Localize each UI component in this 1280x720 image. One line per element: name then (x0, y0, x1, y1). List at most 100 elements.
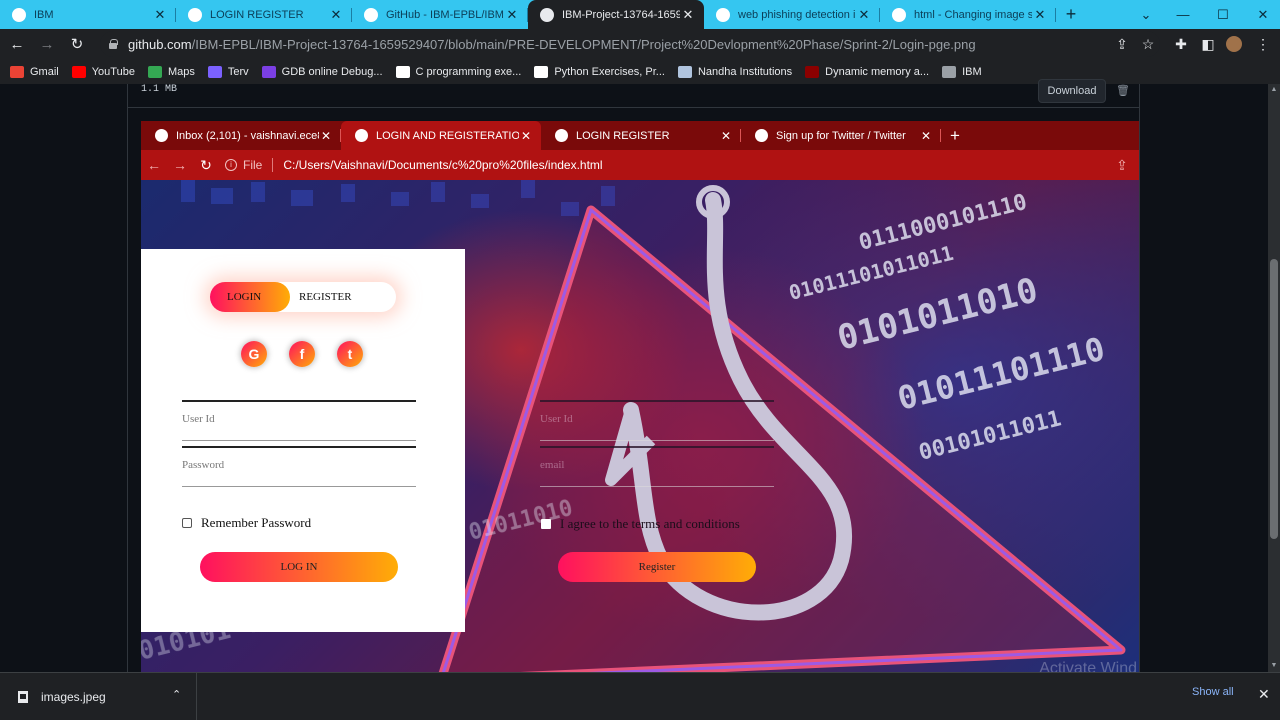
screenshot-image: Inbox (2,101) - vaishnavi.ece870✕LOGIN A… (141, 121, 1139, 672)
new-tab-button[interactable]: + (1056, 0, 1086, 29)
agree-terms-checkbox[interactable]: I agree to the terms and conditions (541, 516, 740, 532)
download-button[interactable]: Download (1038, 79, 1106, 103)
bookmark-label: Python Exercises, Pr... (554, 65, 665, 78)
bookmark-favicon-icon (677, 65, 692, 78)
chevron-up-icon[interactable]: ⌃ (172, 688, 181, 701)
bookmark-item[interactable]: IBM (942, 65, 982, 78)
password-field[interactable]: Password (182, 447, 416, 487)
inner-tab-title: Sign up for Twitter / Twitter (776, 129, 906, 142)
tab-favicon-icon (892, 7, 906, 22)
inner-browser-tab: LOGIN REGISTER ✕ (541, 121, 741, 150)
forward-button[interactable]: → (34, 31, 60, 57)
toggle-register-label[interactable]: REGISTER (299, 282, 352, 312)
login-register-toggle: LOGIN REGISTER (210, 282, 396, 312)
inner-tab-title: LOGIN REGISTER (576, 129, 670, 142)
bookmark-label: C programming exe... (415, 65, 522, 78)
bookmark-item[interactable]: Nandha Institutions (677, 65, 792, 78)
inner-file-label: File (243, 158, 263, 172)
browser-tab[interactable]: IBM-Project-13764-165952✕ (528, 0, 704, 29)
twitter-icon[interactable]: t (337, 341, 363, 367)
bookmark-favicon-icon (71, 65, 86, 78)
browser-tab[interactable]: IBM ✕ (0, 0, 176, 29)
inner-tab-favicon-icon (555, 129, 568, 142)
address-bar: ← → ↻ github.com/IBM-EPBL/IBM-Project-13… (0, 29, 1280, 59)
reload-button[interactable]: ↻ (64, 31, 90, 57)
scroll-down-arrow[interactable]: ▼ (1268, 660, 1280, 672)
download-file-name: images.jpeg (41, 689, 106, 704)
bookmark-item[interactable]: Dynamic memory a... (805, 65, 930, 78)
tab-close-icon[interactable]: ✕ (328, 7, 344, 23)
tab-title: IBM (34, 8, 54, 21)
bookmark-item[interactable]: Maps (147, 65, 195, 78)
bookmark-favicon-icon (534, 65, 549, 78)
bookmark-favicon-icon (395, 65, 410, 78)
bookmark-favicon-icon (805, 65, 820, 78)
bookmark-label: Dynamic memory a... (825, 65, 930, 78)
close-downloads-icon[interactable]: ✕ (1258, 686, 1270, 703)
browser-tab[interactable]: web phishing detection im ✕ (704, 0, 880, 29)
minimize-button[interactable]: — (1163, 0, 1203, 29)
tab-close-icon[interactable]: ✕ (1032, 7, 1048, 23)
inner-browser-tab: LOGIN AND REGISTERATION ✕ (341, 121, 541, 150)
register-email-field[interactable]: email (540, 447, 774, 487)
page-scrollbar[interactable]: ▲ ▼ (1268, 84, 1280, 672)
checkbox-box[interactable] (541, 519, 551, 529)
user-id-field[interactable]: User Id (182, 401, 416, 441)
bookmark-item[interactable]: YouTube (71, 65, 135, 78)
inner-back-icon: ← (147, 157, 161, 173)
register-user-id-field[interactable]: User Id (540, 401, 774, 441)
toggle-login-label[interactable]: LOGIN (227, 282, 261, 312)
bookmark-label: YouTube (91, 65, 135, 78)
login-panel: LOGIN REGISTER Gft User Id Password Reme… (141, 249, 465, 632)
tab-close-icon[interactable]: ✕ (504, 7, 520, 23)
social-login-icons: Gft (241, 341, 385, 367)
tab-title: web phishing detection im (738, 8, 856, 21)
tab-search-icon[interactable]: ⌄ (1126, 0, 1166, 29)
maximize-button[interactable]: ☐ (1203, 0, 1243, 29)
browser-tab[interactable]: html - Changing image size✕ (880, 0, 1056, 29)
bookmark-label: Gmail (30, 65, 59, 78)
bookmark-item[interactable]: GDB online Debug... (261, 65, 383, 78)
checkbox-box[interactable] (182, 518, 192, 528)
tab-favicon-icon (188, 7, 202, 22)
tab-close-icon[interactable]: ✕ (680, 7, 696, 23)
tab-favicon-icon (364, 7, 378, 22)
register-button[interactable]: Register (558, 552, 756, 582)
inner-share-icon: ⇪ (1116, 156, 1128, 173)
log-in-button[interactable]: LOG IN (200, 552, 398, 582)
delete-icon[interactable]: 🗑 (1116, 84, 1130, 97)
sidepanel-icon[interactable]: ◧ (1195, 29, 1221, 59)
profile-avatar[interactable] (1221, 29, 1247, 59)
bookmark-item[interactable]: Terv (207, 65, 249, 78)
remember-password-checkbox[interactable]: Remember Password (182, 515, 311, 531)
inner-new-tab-icon: + (950, 125, 960, 145)
close-window-button[interactable]: ✕ (1243, 0, 1280, 29)
scrollbar-thumb[interactable] (1270, 259, 1278, 539)
inner-url: i File C:/Users/Vaishnavi/Documents/c%20… (225, 158, 603, 172)
scroll-up-arrow[interactable]: ▲ (1268, 84, 1280, 96)
bookmark-star-icon[interactable]: ☆ (1135, 29, 1161, 59)
url-input[interactable]: github.com/IBM-EPBL/IBM-Project-13764-16… (100, 31, 1160, 57)
bookmark-item[interactable]: Gmail (10, 65, 59, 78)
back-button[interactable]: ← (4, 31, 30, 57)
tab-close-icon[interactable]: ✕ (152, 7, 168, 23)
info-icon: i (225, 159, 237, 171)
bookmark-item[interactable]: Python Exercises, Pr... (534, 65, 665, 78)
browser-tab[interactable]: GitHub - IBM-EPBL/IBM-Pr✕ (352, 0, 528, 29)
show-all-button[interactable]: Show all (1192, 686, 1234, 698)
tab-title: GitHub - IBM-EPBL/IBM-Pr (386, 8, 504, 21)
bookmark-item[interactable]: C programming exe... (395, 65, 522, 78)
google-icon[interactable]: G (241, 341, 267, 367)
inner-tab-close-icon: ✕ (320, 128, 332, 143)
facebook-icon[interactable]: f (289, 341, 315, 367)
activate-windows-watermark: Activate Wind (1039, 660, 1137, 672)
menu-icon[interactable]: ⋮ (1250, 29, 1276, 59)
tab-favicon-icon (716, 7, 730, 22)
share-icon[interactable]: ⇪ (1109, 29, 1135, 59)
agree-terms-label: I agree to the terms and conditions (560, 516, 740, 531)
tab-close-icon[interactable]: ✕ (856, 7, 872, 23)
browser-tab[interactable]: LOGIN REGISTER ✕ (176, 0, 352, 29)
download-item[interactable]: images.jpeg ⌃ (0, 673, 197, 720)
inner-tab-close-icon: ✕ (520, 128, 532, 143)
extensions-icon[interactable]: ✚ (1168, 29, 1194, 59)
